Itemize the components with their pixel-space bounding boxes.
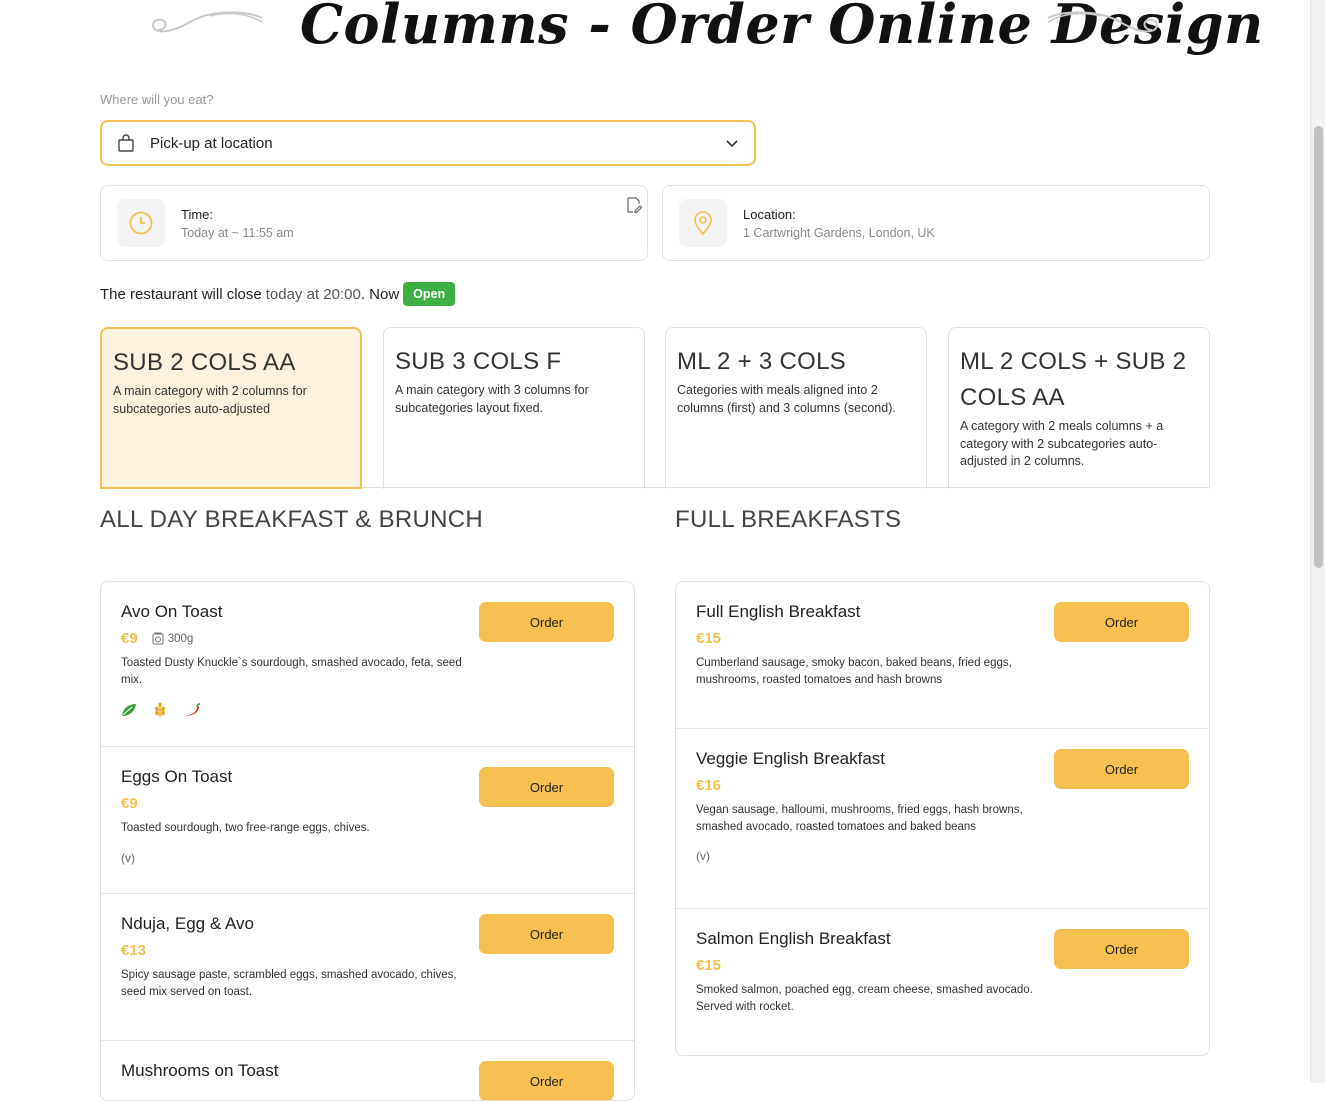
menu-column-full-breakfasts: Full English Breakfast €15 Cumberland sa…: [675, 581, 1210, 1056]
menu-item-description: Spicy sausage paste, scrambled eggs, sma…: [121, 969, 457, 998]
page-scrollbar[interactable]: [1310, 0, 1325, 1083]
menu-item: Eggs On Toast €9 Toasted sourdough, two …: [101, 747, 634, 894]
chili-icon: [185, 703, 201, 716]
location-icon-wrap: [679, 199, 727, 247]
vegetarian-label: (v): [121, 850, 135, 865]
order-button[interactable]: Order: [479, 767, 614, 807]
menu-item-price: €16: [696, 777, 722, 794]
menu-column-all-day-breakfast: Avo On Toast €9 300g Toasted Dusty Knuck…: [100, 581, 635, 1101]
status-suffix: . Now: [360, 285, 400, 303]
category-tabs-divider: [362, 487, 1210, 488]
order-type-label: Where will you eat?: [100, 92, 214, 107]
clock-icon: [129, 211, 153, 235]
category-desc: A main category with 3 columns for subca…: [395, 383, 589, 415]
chevron-down-icon: [726, 140, 738, 148]
menu-item-description: Smoked salmon, poached egg, cream cheese…: [696, 984, 1033, 1013]
location-value: 1 Cartwright Gardens, London, UK: [743, 225, 935, 240]
menu-item-price: €9: [121, 795, 138, 812]
vegetarian-label: (v): [696, 849, 710, 863]
order-button[interactable]: Order: [479, 1061, 614, 1100]
map-pin-icon: [694, 211, 712, 236]
category-tab-ml-2-3-cols[interactable]: ML 2 + 3 COLS Categories with meals alig…: [665, 327, 927, 489]
category-desc: A category with 2 meals columns + a cate…: [960, 419, 1164, 468]
section-title-all-day-breakfast: ALL DAY BREAKFAST & BRUNCH: [100, 506, 484, 533]
menu-item-price: €13: [121, 942, 147, 959]
edit-icon[interactable]: [625, 196, 643, 214]
category-desc: Categories with meals aligned into 2 col…: [677, 383, 896, 415]
restaurant-status: The restaurant will close today at 20:00…: [100, 282, 456, 306]
menu-item-description: Toasted sourdough, two free-range eggs, …: [121, 822, 370, 834]
location-card: Location: 1 Cartwright Gardens, London, …: [662, 185, 1210, 261]
order-button[interactable]: Order: [479, 602, 614, 642]
menu-item: Full English Breakfast €15 Cumberland sa…: [676, 582, 1209, 729]
menu-item: Veggie English Breakfast €16 Vegan sausa…: [676, 729, 1209, 909]
time-value: Today at ~ 11:55 am: [181, 225, 294, 240]
menu-item-price: €15: [696, 957, 722, 974]
category-title: SUB 2 COLS AA: [113, 349, 296, 376]
order-button[interactable]: Order: [1054, 602, 1189, 642]
menu-item: Nduja, Egg & Avo €13 Spicy sausage paste…: [101, 894, 634, 1041]
category-tab-sub-3-cols-f[interactable]: SUB 3 COLS F A main category with 3 colu…: [383, 327, 645, 489]
menu-item: Avo On Toast €9 300g Toasted Dusty Knuck…: [101, 582, 634, 747]
time-label: Time:: [181, 206, 214, 222]
category-title: ML 2 + 3 COLS: [677, 348, 847, 375]
menu-item: Mushrooms on Toast Order: [101, 1041, 634, 1100]
clock-icon-wrap: [117, 199, 165, 247]
leaf-icon: [122, 704, 136, 716]
menu-item-weight-value: 300g: [167, 632, 194, 645]
category-tab-sub-2-cols-aa[interactable]: SUB 2 COLS AA A main category with 2 col…: [100, 327, 362, 489]
location-label: Location:: [743, 206, 796, 222]
menu-item-price: €9: [121, 630, 138, 647]
menu-item-price: €15: [696, 630, 722, 647]
menu-item: Salmon English Breakfast €15 Smoked salm…: [676, 909, 1209, 1055]
menu-item-description: Toasted Dusty Knuckle`s sourdough, smash…: [121, 657, 462, 686]
category-tab-ml-2-cols-sub-2-cols-aa[interactable]: ML 2 COLS + SUB 2 COLS AA A category wit…: [948, 327, 1210, 489]
order-button[interactable]: Order: [479, 914, 614, 954]
order-button[interactable]: Order: [1054, 929, 1189, 969]
category-desc: A main category with 2 columns for subca…: [113, 384, 307, 416]
status-prefix: The restaurant will close: [100, 285, 262, 303]
time-card: Time: Today at ~ 11:55 am: [100, 185, 648, 261]
open-status-badge: Open: [403, 282, 456, 306]
flourish-left-ornament: [152, 11, 263, 33]
menu-item-weight: 300g: [152, 632, 194, 645]
category-title: SUB 3 COLS F: [395, 348, 562, 375]
page-title: Columns - Order Online Design: [300, 0, 1264, 56]
wheat-icon: [155, 702, 165, 717]
shopping-bag-icon: [118, 134, 134, 152]
scale-icon: [152, 632, 164, 645]
order-type-select[interactable]: Pick-up at location: [100, 120, 756, 166]
menu-item-description: Vegan sausage, halloumi, mushrooms, frie…: [696, 804, 1023, 833]
category-title: ML 2 COLS + SUB 2 COLS AA: [960, 348, 1187, 411]
flourish-right-ornament: [1047, 11, 1158, 33]
order-type-value: Pick-up at location: [150, 134, 273, 152]
menu-item-description: Cumberland sausage, smoky bacon, baked b…: [696, 657, 1012, 686]
scrollbar-thumb[interactable]: [1314, 126, 1323, 568]
status-close-time: today at 20:00: [265, 285, 361, 303]
order-button[interactable]: Order: [1054, 749, 1189, 789]
section-title-full-breakfasts: FULL BREAKFASTS: [675, 506, 902, 533]
